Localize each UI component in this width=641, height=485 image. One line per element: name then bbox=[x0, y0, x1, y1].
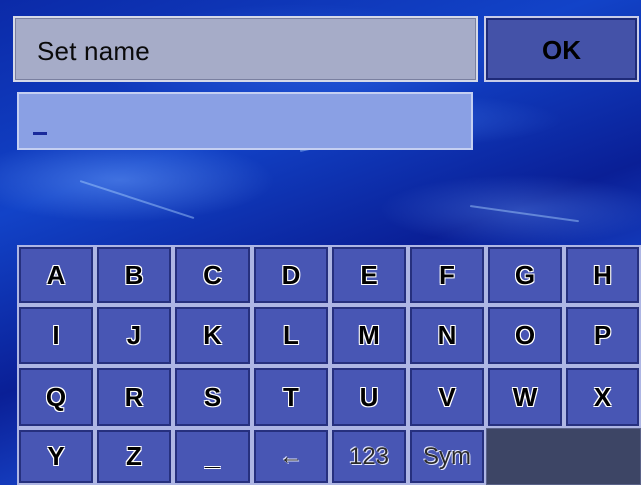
key-label: R bbox=[124, 381, 144, 412]
key-label: H bbox=[593, 259, 612, 290]
ok-button-label: OK bbox=[542, 35, 581, 65]
key-b[interactable]: B bbox=[95, 245, 173, 305]
key-m[interactable]: M bbox=[330, 305, 408, 366]
key-underscore[interactable]: _ bbox=[173, 428, 252, 485]
key-label: T bbox=[283, 381, 299, 412]
key-label: G bbox=[514, 259, 536, 290]
key-label: P bbox=[593, 320, 612, 350]
key-u[interactable]: U bbox=[330, 366, 408, 428]
key-c[interactable]: C bbox=[173, 245, 252, 305]
key-label: Q bbox=[45, 381, 67, 412]
key-label: V bbox=[438, 381, 456, 412]
key-backspace[interactable]: ← bbox=[252, 428, 330, 485]
key-numbers[interactable]: 123 bbox=[330, 428, 408, 485]
key-label: F bbox=[439, 259, 455, 290]
key-t[interactable]: T bbox=[252, 366, 330, 428]
key-symbols[interactable]: Sym bbox=[408, 428, 486, 485]
key-label: S bbox=[203, 381, 222, 412]
key-r[interactable]: R bbox=[95, 366, 173, 428]
key-e[interactable]: E bbox=[330, 245, 408, 305]
key-g[interactable]: G bbox=[486, 245, 564, 305]
key-label: I bbox=[52, 320, 60, 350]
key-q[interactable]: Q bbox=[17, 366, 95, 428]
key-label: U bbox=[359, 381, 379, 412]
key-p[interactable]: P bbox=[564, 305, 641, 366]
key-label: E bbox=[360, 259, 378, 290]
key-label: L bbox=[283, 320, 299, 350]
text-cursor bbox=[33, 132, 47, 135]
name-input[interactable] bbox=[17, 92, 473, 150]
key-label: N bbox=[437, 320, 457, 350]
key-label: Y bbox=[47, 441, 65, 471]
key-o[interactable]: O bbox=[486, 305, 564, 366]
dialog-title-box: Set name bbox=[13, 16, 478, 82]
key-label: A bbox=[46, 259, 66, 290]
key-k[interactable]: K bbox=[173, 305, 252, 366]
key-label: Z bbox=[126, 441, 142, 471]
key-label: _ bbox=[205, 441, 220, 471]
keyboard-empty-area bbox=[486, 428, 641, 485]
key-label: C bbox=[203, 259, 222, 290]
key-n[interactable]: N bbox=[408, 305, 486, 366]
key-label: X bbox=[593, 381, 612, 412]
key-label: W bbox=[512, 381, 538, 412]
key-s[interactable]: S bbox=[173, 366, 252, 428]
key-label: M bbox=[358, 320, 380, 350]
dialog-title: Set name bbox=[37, 36, 150, 66]
key-label: Sym bbox=[423, 442, 471, 470]
key-label: J bbox=[126, 320, 142, 350]
key-label: D bbox=[281, 259, 301, 290]
key-label: K bbox=[203, 320, 222, 350]
key-label: 123 bbox=[348, 442, 390, 470]
key-i[interactable]: I bbox=[17, 305, 95, 366]
key-h[interactable]: H bbox=[564, 245, 641, 305]
key-y[interactable]: Y bbox=[17, 428, 95, 485]
key-d[interactable]: D bbox=[252, 245, 330, 305]
key-f[interactable]: F bbox=[408, 245, 486, 305]
key-label: B bbox=[124, 259, 144, 290]
key-w[interactable]: W bbox=[486, 366, 564, 428]
key-j[interactable]: J bbox=[95, 305, 173, 366]
key-a[interactable]: A bbox=[17, 245, 95, 305]
key-v[interactable]: V bbox=[408, 366, 486, 428]
key-l[interactable]: L bbox=[252, 305, 330, 366]
key-label: ← bbox=[279, 442, 303, 470]
key-label: O bbox=[514, 320, 536, 350]
ok-button[interactable]: OK bbox=[484, 16, 639, 82]
key-z[interactable]: Z bbox=[95, 428, 173, 485]
key-x[interactable]: X bbox=[564, 366, 641, 428]
